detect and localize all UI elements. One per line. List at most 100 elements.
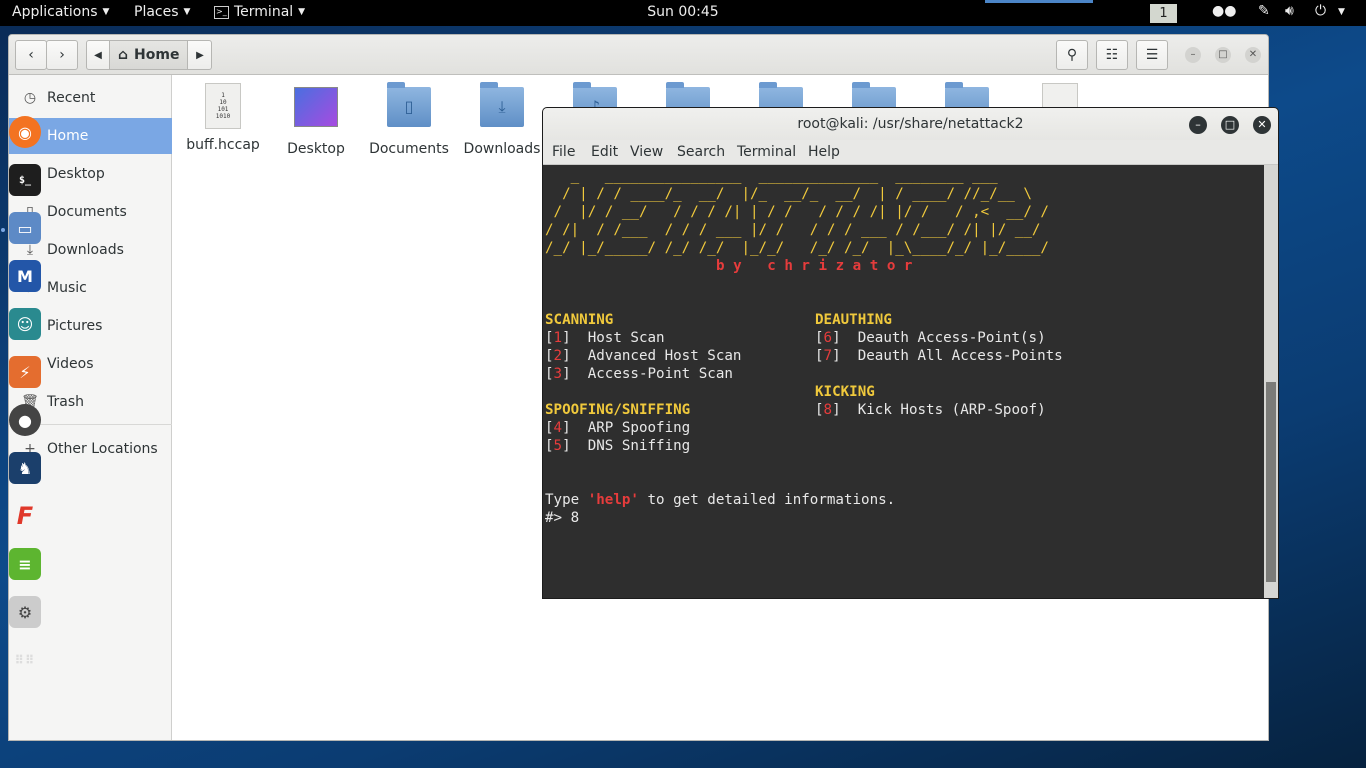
byline: b y c h r i z a t o r — [716, 258, 913, 274]
terminal-menubar: File Edit View Search Terminal Help — [543, 140, 1278, 165]
files-header-bar: ‹ › ◀ ⌂ Home ▶ ⚲ ☷ ☰ – □ ✕ — [9, 35, 1268, 75]
maximize-button[interactable]: □ — [1221, 116, 1239, 134]
sidebar-item-label: Documents — [47, 204, 127, 220]
applications-label: Applications — [12, 4, 98, 20]
scrollbar-thumb[interactable] — [1266, 382, 1276, 582]
sidebar-item-label: Recent — [47, 90, 96, 106]
file-icon-wrapper: ⤓ — [478, 82, 526, 135]
faraday-icon[interactable]: F — [9, 500, 41, 532]
file-item[interactable]: ▯ Documents — [363, 82, 455, 157]
menu-button[interactable]: ☰ — [1136, 40, 1168, 70]
file-item[interactable]: Desktop — [270, 83, 362, 157]
sidebar-item-label: Desktop — [47, 166, 105, 182]
terminal-icon[interactable]: $_ — [9, 164, 41, 196]
close-button[interactable]: ✕ — [1245, 47, 1261, 63]
menu-option: [4] ARP Spoofing — [545, 420, 691, 436]
power-icon[interactable]: ⏻ — [1315, 3, 1326, 19]
burpsuite-icon[interactable]: ⚡ — [9, 356, 41, 388]
sidebar-item-label: Music — [47, 280, 87, 296]
beef-icon[interactable]: ♞ — [9, 452, 41, 484]
file-item[interactable]: 1 10 101 1010 buff.hccap — [177, 83, 269, 153]
file-item[interactable]: ⤓ Downloads — [456, 82, 548, 157]
file-label: Downloads — [463, 141, 541, 157]
sidebar-item-label: Downloads — [47, 242, 124, 258]
banner-line: / | / / ____/_ __/ |/_ __/_ __/ | / ____… — [545, 186, 1032, 202]
terminal-output[interactable]: _ ________________ ______________ ______… — [543, 165, 1266, 598]
minimize-button[interactable]: – — [1185, 47, 1201, 63]
file-label: Desktop — [287, 141, 345, 157]
prompt-symbol: #> — [545, 510, 563, 526]
menu-terminal[interactable]: Terminal — [737, 144, 796, 160]
prompt-line[interactable]: #> 8 — [545, 509, 579, 527]
file-icon-wrapper — [292, 87, 340, 135]
path-home-button[interactable]: ⌂ Home — [110, 40, 189, 70]
section-deauthing: DEAUTHING — [815, 312, 892, 328]
volume-icon[interactable]: 🔊︎ — [1285, 3, 1294, 19]
sidebar-item-label: Videos — [47, 356, 94, 372]
minimize-button[interactable]: – — [1189, 116, 1207, 134]
maximize-button[interactable]: □ — [1215, 47, 1231, 63]
applications-menu[interactable]: Applications ▼ — [12, 4, 109, 20]
documents-folder-icon: ▯ — [387, 82, 431, 127]
list-view-icon: ☷ — [1105, 47, 1119, 63]
path-right-button[interactable]: ▶ — [188, 40, 213, 70]
clock[interactable]: Sun 00:45 — [647, 4, 718, 20]
close-button[interactable]: ✕ — [1253, 116, 1271, 134]
binary-file-icon: 1 10 101 1010 — [205, 83, 241, 129]
menu-view[interactable]: View — [630, 144, 663, 160]
armitage-icon[interactable]: ☺ — [9, 308, 41, 340]
terminal-window: root@kali: /usr/share/netattack2 – □ ✕ F… — [542, 107, 1279, 599]
terminal-scrollbar[interactable] — [1264, 165, 1278, 598]
section-kicking: KICKING — [815, 384, 875, 400]
files-icon[interactable]: ▭ — [9, 212, 41, 244]
places-menu[interactable]: Places ▼ — [134, 4, 190, 20]
menu-file[interactable]: File — [552, 144, 575, 160]
pen-icon[interactable]: ✎ — [1258, 3, 1270, 19]
banner-line: /_/ |_/_____/ /_/ /_/ |_/_/ /_/ /_/ |_\_… — [545, 240, 1049, 256]
terminal-titlebar[interactable]: root@kali: /usr/share/netattack2 – □ ✕ — [543, 108, 1278, 140]
back-button[interactable]: ‹ — [15, 40, 47, 70]
prompt-input: 8 — [562, 510, 580, 526]
search-button[interactable]: ⚲ — [1056, 40, 1088, 70]
leafpad-icon[interactable]: ≡ — [9, 548, 41, 580]
firefox-icon[interactable]: ◉ — [9, 116, 41, 148]
banner-line: _ ________________ ______________ ______… — [545, 168, 998, 184]
banner-line: / /| / /___ / / / ___ |/ / / / / ___ / /… — [545, 222, 1041, 238]
window-preview-strip — [985, 0, 1093, 3]
places-label: Places — [134, 4, 179, 20]
workspace-indicator[interactable]: 1 — [1150, 4, 1177, 23]
path-left-button[interactable]: ◀ — [86, 40, 110, 70]
top-bar: Applications ▼ Places ▼ >_ Terminal ▼ Su… — [0, 0, 1366, 26]
running-indicator — [1, 228, 5, 232]
home-icon: ⌂ — [118, 47, 129, 63]
file-label: Documents — [369, 141, 449, 157]
maltego-icon[interactable]: ● — [9, 404, 41, 436]
chevron-left-icon: ‹ — [28, 47, 34, 63]
terminal-app-menu[interactable]: >_ Terminal ▼ — [214, 4, 305, 20]
sidebar-item-label: Pictures — [47, 318, 103, 334]
settings-icon[interactable]: ⚙ — [9, 596, 41, 628]
hamburger-icon: ☰ — [1145, 47, 1159, 63]
search-icon: ⚲ — [1066, 47, 1078, 63]
file-icon-wrapper: 1 10 101 1010 — [199, 83, 247, 131]
view-toggle-button[interactable]: ☷ — [1096, 40, 1128, 70]
banner-line: / |/ / __/ / / / /| | / / / / / /| |/ / … — [545, 204, 1049, 220]
video-camera-icon[interactable]: ●● — [1212, 3, 1236, 19]
menu-help[interactable]: Help — [808, 144, 840, 160]
metasploit-icon[interactable]: M — [9, 260, 41, 292]
menu-option: [2] Advanced Host Scan — [545, 348, 742, 364]
forward-button[interactable]: › — [46, 40, 78, 70]
chevron-left-icon: ◀ — [94, 49, 102, 61]
sidebar-item-label: Other Locations — [47, 441, 158, 457]
downloads-folder-icon: ⤓ — [480, 82, 524, 127]
chevron-right-icon: › — [59, 47, 65, 63]
path-bar: ◀ ⌂ Home ▶ — [86, 40, 213, 70]
menu-edit[interactable]: Edit — [591, 144, 618, 160]
sidebar-item-label: Home — [47, 128, 89, 144]
terminal-title: root@kali: /usr/share/netattack2 — [797, 116, 1024, 132]
menu-search[interactable]: Search — [677, 144, 725, 160]
chevron-down-icon[interactable]: ▼ — [1338, 7, 1345, 17]
file-label: buff.hccap — [186, 137, 260, 153]
app-grid-icon[interactable]: ⠿⠿ — [9, 644, 41, 676]
terminal-label: Terminal — [234, 4, 294, 20]
